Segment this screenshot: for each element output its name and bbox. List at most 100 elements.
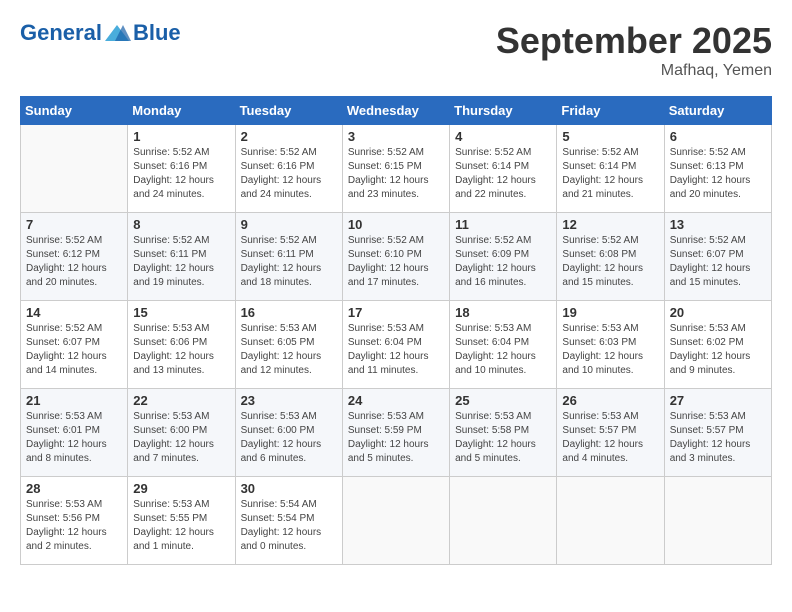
day-cell: 5 Sunrise: 5:52 AM Sunset: 6:14 PM Daylig… — [557, 125, 664, 213]
day-cell: 25Sunrise: 5:53 AM Sunset: 5:58 PM Dayli… — [450, 389, 557, 477]
day-info: Sunrise: 5:53 AM Sunset: 5:57 PM Dayligh… — [670, 410, 766, 466]
day-info: Sunrise: 5:53 AM Sunset: 6:05 PM Dayligh… — [241, 322, 337, 378]
day-number: 11 — [455, 217, 551, 232]
day-cell: 19 Sunrise: 5:53 AM Sunset: 6:03 PM Dayli… — [557, 301, 664, 389]
day-info: Sunrise: 5:52 AM Sunset: 6:12 PM Dayligh… — [26, 234, 122, 290]
header-monday: Monday — [128, 97, 235, 125]
day-cell: 20 Sunrise: 5:53 AM Sunset: 6:02 PM Dayli… — [664, 301, 771, 389]
day-cell: 16 Sunrise: 5:53 AM Sunset: 6:05 PM Dayli… — [235, 301, 342, 389]
day-cell — [664, 477, 771, 565]
day-info: Sunrise: 5:52 AM Sunset: 6:14 PM Dayligh… — [455, 146, 551, 202]
day-info: Sunrise: 5:52 AM Sunset: 6:13 PM Dayligh… — [670, 146, 766, 202]
day-number: 5 — [562, 129, 658, 144]
day-cell: 2Sunrise: 5:52 AM Sunset: 6:16 PM Daylig… — [235, 125, 342, 213]
day-number: 16 — [241, 305, 337, 320]
day-number: 1 — [133, 129, 229, 144]
day-info: Sunrise: 5:54 AM Sunset: 5:54 PM Dayligh… — [241, 498, 337, 554]
day-info: Sunrise: 5:53 AM Sunset: 6:00 PM Dayligh… — [133, 410, 229, 466]
day-cell: 9 Sunrise: 5:52 AM Sunset: 6:11 PM Daylig… — [235, 213, 342, 301]
day-info: Sunrise: 5:53 AM Sunset: 5:55 PM Dayligh… — [133, 498, 229, 554]
day-cell: 30Sunrise: 5:54 AM Sunset: 5:54 PM Dayli… — [235, 477, 342, 565]
day-info: Sunrise: 5:53 AM Sunset: 5:56 PM Dayligh… — [26, 498, 122, 554]
week-row-2: 7 Sunrise: 5:52 AM Sunset: 6:12 PM Daylig… — [21, 213, 772, 301]
day-cell: 22Sunrise: 5:53 AM Sunset: 6:00 PM Dayli… — [128, 389, 235, 477]
day-cell: 14Sunrise: 5:52 AM Sunset: 6:07 PM Dayli… — [21, 301, 128, 389]
day-number: 7 — [26, 217, 122, 232]
day-info: Sunrise: 5:52 AM Sunset: 6:10 PM Dayligh… — [348, 234, 444, 290]
week-row-3: 14Sunrise: 5:52 AM Sunset: 6:07 PM Dayli… — [21, 301, 772, 389]
header-wednesday: Wednesday — [342, 97, 449, 125]
day-info: Sunrise: 5:52 AM Sunset: 6:11 PM Dayligh… — [133, 234, 229, 290]
day-cell: 3Sunrise: 5:52 AM Sunset: 6:15 PM Daylig… — [342, 125, 449, 213]
day-cell: 17 Sunrise: 5:53 AM Sunset: 6:04 PM Dayli… — [342, 301, 449, 389]
day-info: Sunrise: 5:52 AM Sunset: 6:11 PM Dayligh… — [241, 234, 337, 290]
calendar-table: SundayMondayTuesdayWednesdayThursdayFrid… — [20, 96, 772, 565]
month-title: September 2025 — [496, 20, 772, 62]
day-cell: 13Sunrise: 5:52 AM Sunset: 6:07 PM Dayli… — [664, 213, 771, 301]
day-cell: 27 Sunrise: 5:53 AM Sunset: 5:57 PM Dayli… — [664, 389, 771, 477]
day-number: 6 — [670, 129, 766, 144]
day-cell: 10 Sunrise: 5:52 AM Sunset: 6:10 PM Dayli… — [342, 213, 449, 301]
day-cell: 18 Sunrise: 5:53 AM Sunset: 6:04 PM Dayli… — [450, 301, 557, 389]
day-cell: 26 Sunrise: 5:53 AM Sunset: 5:57 PM Dayli… — [557, 389, 664, 477]
day-info: Sunrise: 5:52 AM Sunset: 6:14 PM Dayligh… — [562, 146, 658, 202]
header-tuesday: Tuesday — [235, 97, 342, 125]
week-row-4: 21 Sunrise: 5:53 AM Sunset: 6:01 PM Dayli… — [21, 389, 772, 477]
title-block: September 2025 Mafhaq, Yemen — [496, 20, 772, 80]
day-number: 12 — [562, 217, 658, 232]
day-info: Sunrise: 5:53 AM Sunset: 6:04 PM Dayligh… — [455, 322, 551, 378]
day-cell: 21 Sunrise: 5:53 AM Sunset: 6:01 PM Dayli… — [21, 389, 128, 477]
day-number: 14 — [26, 305, 122, 320]
location: Mafhaq, Yemen — [496, 62, 772, 80]
day-info: Sunrise: 5:52 AM Sunset: 6:08 PM Dayligh… — [562, 234, 658, 290]
logo-general: General — [20, 20, 102, 45]
day-number: 27 — [670, 393, 766, 408]
day-cell: 8 Sunrise: 5:52 AM Sunset: 6:11 PM Daylig… — [128, 213, 235, 301]
day-cell — [21, 125, 128, 213]
day-number: 21 — [26, 393, 122, 408]
header-thursday: Thursday — [450, 97, 557, 125]
day-cell: 29 Sunrise: 5:53 AM Sunset: 5:55 PM Dayli… — [128, 477, 235, 565]
day-number: 20 — [670, 305, 766, 320]
day-info: Sunrise: 5:53 AM Sunset: 6:06 PM Dayligh… — [133, 322, 229, 378]
day-number: 9 — [241, 217, 337, 232]
day-number: 8 — [133, 217, 229, 232]
day-info: Sunrise: 5:53 AM Sunset: 6:02 PM Dayligh… — [670, 322, 766, 378]
day-cell: 15 Sunrise: 5:53 AM Sunset: 6:06 PM Dayli… — [128, 301, 235, 389]
day-cell: 28 Sunrise: 5:53 AM Sunset: 5:56 PM Dayli… — [21, 477, 128, 565]
day-number: 26 — [562, 393, 658, 408]
day-cell — [342, 477, 449, 565]
day-info: Sunrise: 5:53 AM Sunset: 6:01 PM Dayligh… — [26, 410, 122, 466]
day-cell: 7 Sunrise: 5:52 AM Sunset: 6:12 PM Daylig… — [21, 213, 128, 301]
day-number: 28 — [26, 481, 122, 496]
day-info: Sunrise: 5:52 AM Sunset: 6:15 PM Dayligh… — [348, 146, 444, 202]
page-header: General Blue September 2025 Mafhaq, Yeme… — [20, 20, 772, 80]
day-info: Sunrise: 5:53 AM Sunset: 6:04 PM Dayligh… — [348, 322, 444, 378]
day-cell: 1Sunrise: 5:52 AM Sunset: 6:16 PM Daylig… — [128, 125, 235, 213]
day-number: 29 — [133, 481, 229, 496]
day-cell: 6 Sunrise: 5:52 AM Sunset: 6:13 PM Daylig… — [664, 125, 771, 213]
day-number: 4 — [455, 129, 551, 144]
day-number: 18 — [455, 305, 551, 320]
day-number: 23 — [241, 393, 337, 408]
day-info: Sunrise: 5:53 AM Sunset: 5:59 PM Dayligh… — [348, 410, 444, 466]
day-info: Sunrise: 5:53 AM Sunset: 5:57 PM Dayligh… — [562, 410, 658, 466]
day-info: Sunrise: 5:52 AM Sunset: 6:07 PM Dayligh… — [670, 234, 766, 290]
day-number: 17 — [348, 305, 444, 320]
header-saturday: Saturday — [664, 97, 771, 125]
day-number: 24 — [348, 393, 444, 408]
header-sunday: Sunday — [21, 97, 128, 125]
week-row-5: 28 Sunrise: 5:53 AM Sunset: 5:56 PM Dayli… — [21, 477, 772, 565]
day-cell: 23Sunrise: 5:53 AM Sunset: 6:00 PM Dayli… — [235, 389, 342, 477]
day-info: Sunrise: 5:53 AM Sunset: 6:03 PM Dayligh… — [562, 322, 658, 378]
day-cell: 11 Sunrise: 5:52 AM Sunset: 6:09 PM Dayli… — [450, 213, 557, 301]
header-friday: Friday — [557, 97, 664, 125]
day-number: 19 — [562, 305, 658, 320]
day-cell: 24 Sunrise: 5:53 AM Sunset: 5:59 PM Dayli… — [342, 389, 449, 477]
day-info: Sunrise: 5:52 AM Sunset: 6:09 PM Dayligh… — [455, 234, 551, 290]
logo-blue: Blue — [133, 20, 181, 46]
day-info: Sunrise: 5:52 AM Sunset: 6:16 PM Dayligh… — [241, 146, 337, 202]
day-number: 10 — [348, 217, 444, 232]
day-cell — [557, 477, 664, 565]
day-number: 15 — [133, 305, 229, 320]
